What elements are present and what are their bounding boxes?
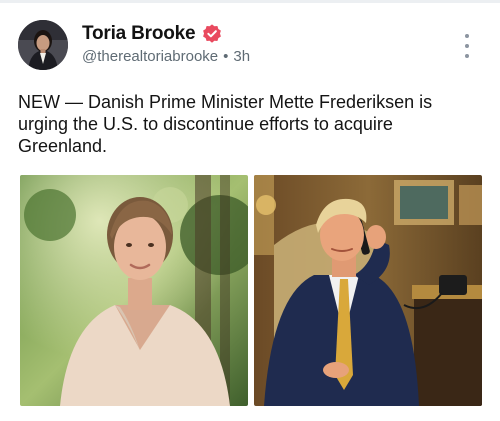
more-dot xyxy=(465,54,469,58)
photo-woman-outdoors xyxy=(20,175,248,406)
more-vertical-icon[interactable] xyxy=(460,34,474,58)
post-timestamp[interactable]: 3h xyxy=(233,48,250,65)
post-text: NEW — Danish Prime Minister Mette Freder… xyxy=(18,92,433,156)
more-dot xyxy=(465,44,469,48)
more-dot xyxy=(465,34,469,38)
post-card: Toria Brooke @therealtoriabrooke • 3h NE… xyxy=(0,0,500,421)
author-row: Toria Brooke xyxy=(82,22,223,46)
author-avatar[interactable] xyxy=(18,20,68,70)
media-photo-right[interactable] xyxy=(254,175,482,406)
meta-separator: • xyxy=(223,48,229,65)
photo-man-on-phone xyxy=(254,175,482,406)
verified-badge-icon xyxy=(201,23,223,45)
media-photo-left[interactable] xyxy=(20,175,248,406)
author-handle[interactable]: @therealtoriabrooke xyxy=(82,48,218,65)
media-grid xyxy=(20,175,482,406)
author-meta: @therealtoriabrooke • 3h xyxy=(82,48,250,65)
author-name[interactable]: Toria Brooke xyxy=(82,23,196,45)
